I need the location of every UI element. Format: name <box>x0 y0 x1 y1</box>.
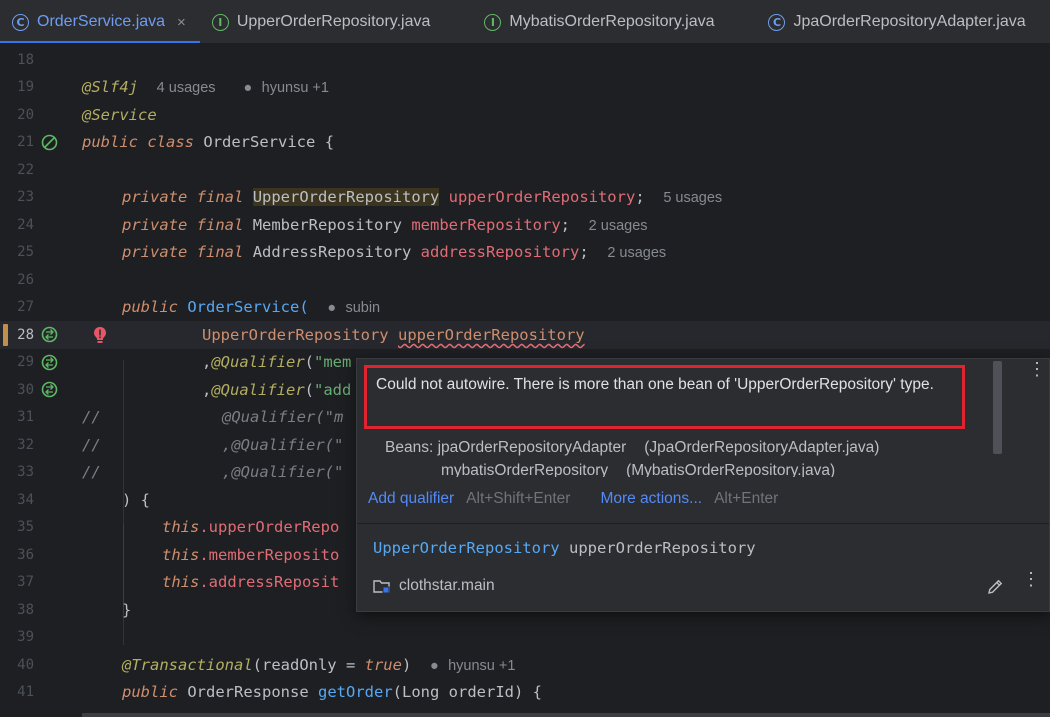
line-number: 22 <box>17 161 34 178</box>
tab-jpa-order-repository-adapter[interactable]: C JpaOrderRepositoryAdapter.java <box>728 0 1039 43</box>
line-number: 34 <box>17 491 34 508</box>
add-qualifier-link[interactable]: Add qualifier <box>368 490 454 508</box>
code-line: 20 @Service <box>0 101 1050 129</box>
code-line: 39 <box>0 624 1050 652</box>
line-number: 23 <box>17 189 34 206</box>
code-line: 23 private final UpperOrderRepository up… <box>0 184 1050 212</box>
bean-name[interactable]: jpaOrderRepositoryAdapter <box>438 439 627 456</box>
shortcut-hint: Alt+Shift+Enter <box>466 490 571 507</box>
tab-upper-order-repository[interactable]: I UpperOrderRepository.java <box>200 0 445 43</box>
beans-label: Beans: <box>385 439 434 456</box>
line-number: 38 <box>17 601 34 618</box>
code-line: 24 private final MemberRepository member… <box>0 211 1050 239</box>
interface-icon: I <box>211 13 229 31</box>
tab-mybatis-order-repository[interactable]: I MybatisOrderRepository.java <box>444 0 728 43</box>
bean-name[interactable]: mybatisOrderRepository <box>441 462 608 477</box>
class-icon: C <box>12 13 29 31</box>
spring-bean-icon[interactable] <box>41 134 58 151</box>
class-icon: C <box>768 13 786 31</box>
module-icon <box>373 580 390 594</box>
module-name: clothstar.main <box>399 577 495 594</box>
more-options-icon[interactable]: ⋮ <box>1022 570 1040 596</box>
line-number: 30 <box>17 381 34 398</box>
code-line-current: 28 UpperOrderRepository upperOrderReposi… <box>0 321 1050 349</box>
popup-error-section: Could not autowire. There is more than o… <box>357 359 1049 522</box>
shortcut-hint: Alt+Enter <box>714 490 779 507</box>
author-icon: ● <box>243 80 253 97</box>
line-number: 21 <box>17 134 34 151</box>
bean-file[interactable]: (MybatisOrderRepository.java) <box>626 462 835 477</box>
declaration: UpperOrderRepository upperOrderRepositor… <box>373 539 756 557</box>
line-number: 29 <box>17 354 34 371</box>
author-icon: ● <box>327 300 337 317</box>
popup-menu-icon[interactable]: ⋮ <box>1028 360 1046 379</box>
usages-hint[interactable]: 2 usages <box>589 218 648 234</box>
line-number: 25 <box>17 244 34 261</box>
editor-tab-bar: C OrderService.java × I UpperOrderReposi… <box>0 0 1050 44</box>
code-line: 18 <box>0 46 1050 74</box>
author-hint[interactable]: hyunsu +1 <box>262 80 329 96</box>
error-bulb-icon[interactable] <box>93 326 107 344</box>
tab-label: MybatisOrderRepository.java <box>509 13 715 30</box>
horizontal-scrollbar[interactable] <box>82 713 1050 717</box>
usages-hint[interactable]: 4 usages <box>157 80 216 96</box>
autowire-icon[interactable] <box>41 354 58 371</box>
code-line: 41 public OrderResponse getOrder(Long or… <box>0 679 1050 707</box>
code-line: 26 <box>0 266 1050 294</box>
annotation: @Service <box>82 105 157 124</box>
autowire-icon[interactable] <box>41 326 58 343</box>
bean-file[interactable]: (JpaOrderRepositoryAdapter.java) <box>644 439 879 456</box>
more-actions-link[interactable]: More actions... <box>600 490 702 508</box>
bean-row-2: mybatisOrderRepository (MybatisOrderRepos… <box>441 462 835 477</box>
code-line: 19 @Slf4j 4 usages ● hyunsu +1 <box>0 74 1050 102</box>
quick-fix-actions: Add qualifier Alt+Shift+Enter More actio… <box>368 490 808 508</box>
edit-icon[interactable] <box>986 578 1004 596</box>
bean-row-1: Beans: jpaOrderRepositoryAdapter (JpaOrde… <box>385 439 879 457</box>
line-number: 18 <box>17 51 34 68</box>
line-number: 24 <box>17 216 34 233</box>
code-line: 22 <box>0 156 1050 184</box>
line-number: 26 <box>17 271 34 288</box>
code-line: 25 private final AddressRepository addre… <box>0 239 1050 267</box>
annotation: @Slf4j <box>82 78 138 97</box>
author-icon: ● <box>429 657 439 674</box>
line-number: 39 <box>17 629 34 646</box>
tab-label: UpperOrderRepository.java <box>236 13 431 30</box>
autowire-error-popup: Could not autowire. There is more than o… <box>356 358 1050 612</box>
tab-order-service[interactable]: C OrderService.java × <box>0 0 200 43</box>
error-squiggle[interactable]: upperOrderRepository <box>398 326 585 344</box>
tab-label: OrderService.java <box>37 13 166 30</box>
line-number: 31 <box>17 409 34 426</box>
author-hint[interactable]: hyunsu +1 <box>448 658 515 674</box>
line-number: 41 <box>17 684 34 701</box>
tab-label: JpaOrderRepositoryAdapter.java <box>793 13 1026 30</box>
line-number: 37 <box>17 574 34 591</box>
usages-hint[interactable]: 5 usages <box>663 190 722 206</box>
interface-icon: I <box>484 13 502 31</box>
usages-hint[interactable]: 2 usages <box>607 245 666 261</box>
author-hint[interactable]: subin <box>345 300 380 316</box>
error-message: Could not autowire. There is more than o… <box>376 376 934 393</box>
popup-scrollbar[interactable] <box>993 361 1002 454</box>
line-number: 35 <box>17 519 34 536</box>
line-number: 28 <box>17 326 34 343</box>
line-number: 33 <box>17 464 34 481</box>
line-number: 20 <box>17 106 34 123</box>
line-number: 40 <box>17 656 34 673</box>
code-line: 40 @Transactional(readOnly = true) ● hyu… <box>0 651 1050 679</box>
line-number: 36 <box>17 546 34 563</box>
popup-declaration-section: UpperOrderRepository upperOrderRepositor… <box>357 523 1049 611</box>
module-info: clothstar.main <box>373 577 495 595</box>
line-number: 19 <box>17 79 34 96</box>
line-number: 32 <box>17 436 34 453</box>
code-line: 27 public OrderService( ● subin <box>0 294 1050 322</box>
line-number: 27 <box>17 299 34 316</box>
code-line: 21 public class OrderService { <box>0 129 1050 157</box>
close-icon[interactable]: × <box>177 14 186 31</box>
autowire-icon[interactable] <box>41 381 58 398</box>
